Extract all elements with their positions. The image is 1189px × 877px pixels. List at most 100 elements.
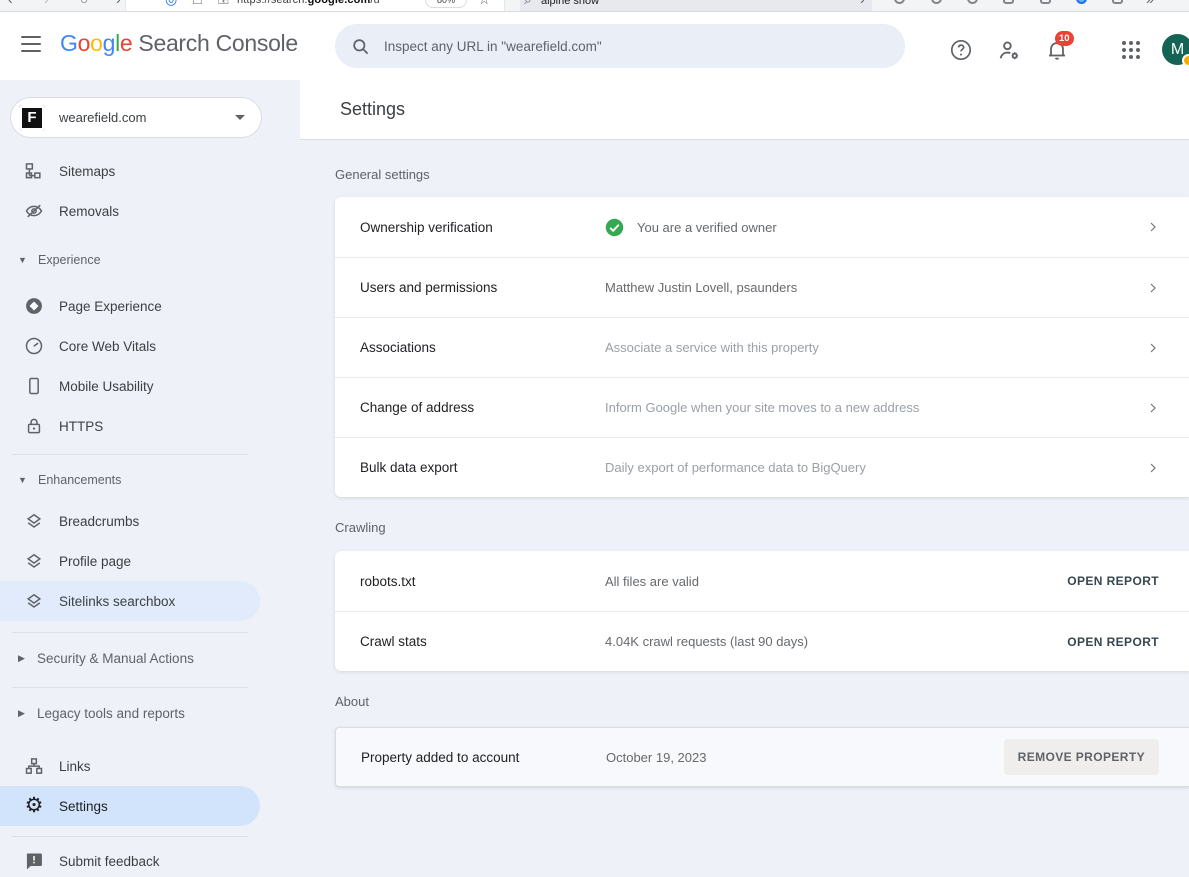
search-icon: ⌕ [524, 0, 532, 8]
browser-reload-icon[interactable]: ○ [80, 0, 88, 7]
divider [12, 687, 248, 688]
zoom-level-badge[interactable]: 80% [425, 0, 467, 8]
app-logo[interactable]: GoogleSearch Console [60, 30, 298, 57]
browser-arrow-icon[interactable]: › [116, 0, 121, 7]
sidebar-item-core-web-vitals[interactable]: Core Web Vitals [0, 326, 260, 366]
notification-count-badge: 10 [1055, 31, 1074, 46]
avatar-initial: M [1171, 41, 1184, 58]
chevron-right-icon [1147, 462, 1159, 474]
expand-arrow-icon: ▶ [18, 653, 28, 664]
help-icon[interactable] [949, 38, 973, 62]
notifications-icon[interactable]: 10 [1045, 38, 1069, 62]
url-text[interactable]: https://search.google.com/u [237, 0, 380, 6]
row-robots-txt: robots.txt All files are valid OPEN REPO… [335, 551, 1189, 611]
sidebar-item-removals[interactable]: Removals [0, 191, 260, 231]
property-selector[interactable]: F wearefield.com [10, 97, 262, 138]
search-placeholder: Inspect any URL in "wearefield.com" [384, 39, 602, 54]
url-inspection-search[interactable]: Inspect any URL in "wearefield.com" [335, 24, 905, 68]
chevron-right-icon [1147, 221, 1159, 233]
extension-icon[interactable] [1003, 0, 1014, 4]
removals-icon [24, 201, 44, 221]
sidebar-item-sitelinks-searchbox[interactable]: Sitelinks searchbox [0, 581, 260, 621]
mobile-usability-icon [24, 376, 44, 396]
sidebar-item-settings[interactable]: ⚙ Settings [0, 786, 260, 826]
chevron-right-icon[interactable]: › [860, 0, 865, 7]
main-content: Settings General settings Ownership veri… [300, 80, 1189, 877]
row-associations[interactable]: Associations Associate a service with th… [335, 317, 1189, 377]
sidebar-item-sitemaps[interactable]: Sitemaps [0, 151, 260, 191]
expand-arrow-icon: ▶ [18, 708, 28, 719]
sitemaps-icon [24, 161, 44, 181]
divider [12, 836, 248, 837]
apps-grid-icon[interactable] [1119, 38, 1143, 62]
collapse-arrow-icon: ▼ [18, 255, 28, 265]
section-legacy-tools[interactable]: ▶ Legacy tools and reports [0, 693, 260, 733]
section-enhancements[interactable]: ▼ Enhancements [0, 460, 260, 500]
browser-back-icon[interactable]: ‹ [8, 0, 13, 7]
row-crawl-stats: Crawl stats 4.04K crawl requests (last 9… [335, 611, 1189, 671]
remove-property-button[interactable]: REMOVE PROPERTY [1004, 739, 1159, 775]
row-bulk-data-export[interactable]: Bulk data export Daily export of perform… [335, 437, 1189, 497]
sidebar-item-page-experience[interactable]: Page Experience [0, 286, 260, 326]
extension-icon[interactable] [1112, 0, 1123, 4]
bookmark-star-icon[interactable]: ☆ [478, 0, 491, 8]
https-icon [24, 416, 44, 436]
page-title: Settings [340, 99, 405, 120]
product-name: Search Console [138, 30, 297, 56]
chevron-down-icon [235, 115, 245, 120]
divider [12, 454, 248, 455]
sidebar-item-breadcrumbs[interactable]: Breadcrumbs [0, 501, 260, 541]
menu-icon[interactable] [21, 36, 41, 52]
general-settings-card: Ownership verification You are a verifie… [335, 197, 1189, 497]
sidebar-item-profile-page[interactable]: Profile page [0, 541, 260, 581]
page-experience-icon [24, 296, 44, 316]
key-icon[interactable]: ⚿ [218, 0, 229, 8]
collapse-arrow-icon: ▼ [18, 475, 28, 485]
manage-users-icon[interactable] [997, 38, 1021, 62]
profile-page-icon [24, 551, 44, 571]
section-label-about: About [335, 694, 1189, 710]
overflow-chevrons-icon[interactable]: » [1146, 0, 1154, 7]
core-web-vitals-icon [24, 336, 44, 356]
sidebar: F wearefield.com Sitemaps Removals ▼ Exp… [0, 80, 300, 877]
breadcrumbs-icon [24, 511, 44, 531]
search-icon [351, 37, 370, 56]
app-header: GoogleSearch Console Inspect any URL in … [0, 12, 1189, 80]
extension-icon[interactable] [967, 0, 978, 4]
verified-check-icon [605, 218, 624, 237]
avatar-status-dot [1182, 54, 1189, 67]
section-experience[interactable]: ▼ Experience [0, 240, 260, 280]
extension-icon[interactable] [1040, 0, 1051, 4]
row-users-and-permissions[interactable]: Users and permissions Matthew Justin Lov… [335, 257, 1189, 317]
extension-icon[interactable] [931, 0, 942, 4]
divider [12, 632, 248, 633]
open-report-link[interactable]: OPEN REPORT [1067, 574, 1159, 588]
section-security-manual-actions[interactable]: ▶ Security & Manual Actions [0, 638, 260, 678]
crawling-card: robots.txt All files are valid OPEN REPO… [335, 551, 1189, 671]
avatar[interactable]: M [1162, 34, 1189, 65]
row-ownership-verification[interactable]: Ownership verification You are a verifie… [335, 197, 1189, 257]
feedback-icon [24, 851, 44, 871]
shield-icon[interactable]: ◎ [165, 0, 177, 8]
page-title-band: Settings [300, 80, 1189, 140]
sidebar-item-links[interactable]: Links [0, 746, 260, 786]
links-icon [24, 756, 44, 776]
extension-icon[interactable] [894, 0, 905, 4]
about-card: Property added to account October 19, 20… [335, 727, 1189, 787]
extension-icon[interactable] [1076, 0, 1087, 4]
settings-icon: ⚙ [24, 796, 44, 816]
row-change-of-address[interactable]: Change of address Inform Google when you… [335, 377, 1189, 437]
sitelinks-searchbox-icon [24, 591, 44, 611]
chevron-right-icon [1147, 282, 1159, 294]
sidebar-item-submit-feedback[interactable]: Submit feedback [0, 841, 260, 877]
chevron-right-icon [1147, 342, 1159, 354]
property-domain: wearefield.com [59, 110, 235, 125]
sidebar-item-https[interactable]: HTTPS [0, 406, 260, 446]
sidebar-item-mobile-usability[interactable]: Mobile Usability [0, 366, 260, 406]
tab-search-value[interactable]: alpine snow [541, 0, 599, 7]
browser-forward-icon[interactable]: › [44, 0, 49, 7]
page-icon[interactable]: □ [193, 0, 201, 7]
open-report-link[interactable]: OPEN REPORT [1067, 635, 1159, 649]
row-property-added: Property added to account October 19, 20… [336, 728, 1189, 786]
section-label-crawling: Crawling [335, 520, 1189, 536]
